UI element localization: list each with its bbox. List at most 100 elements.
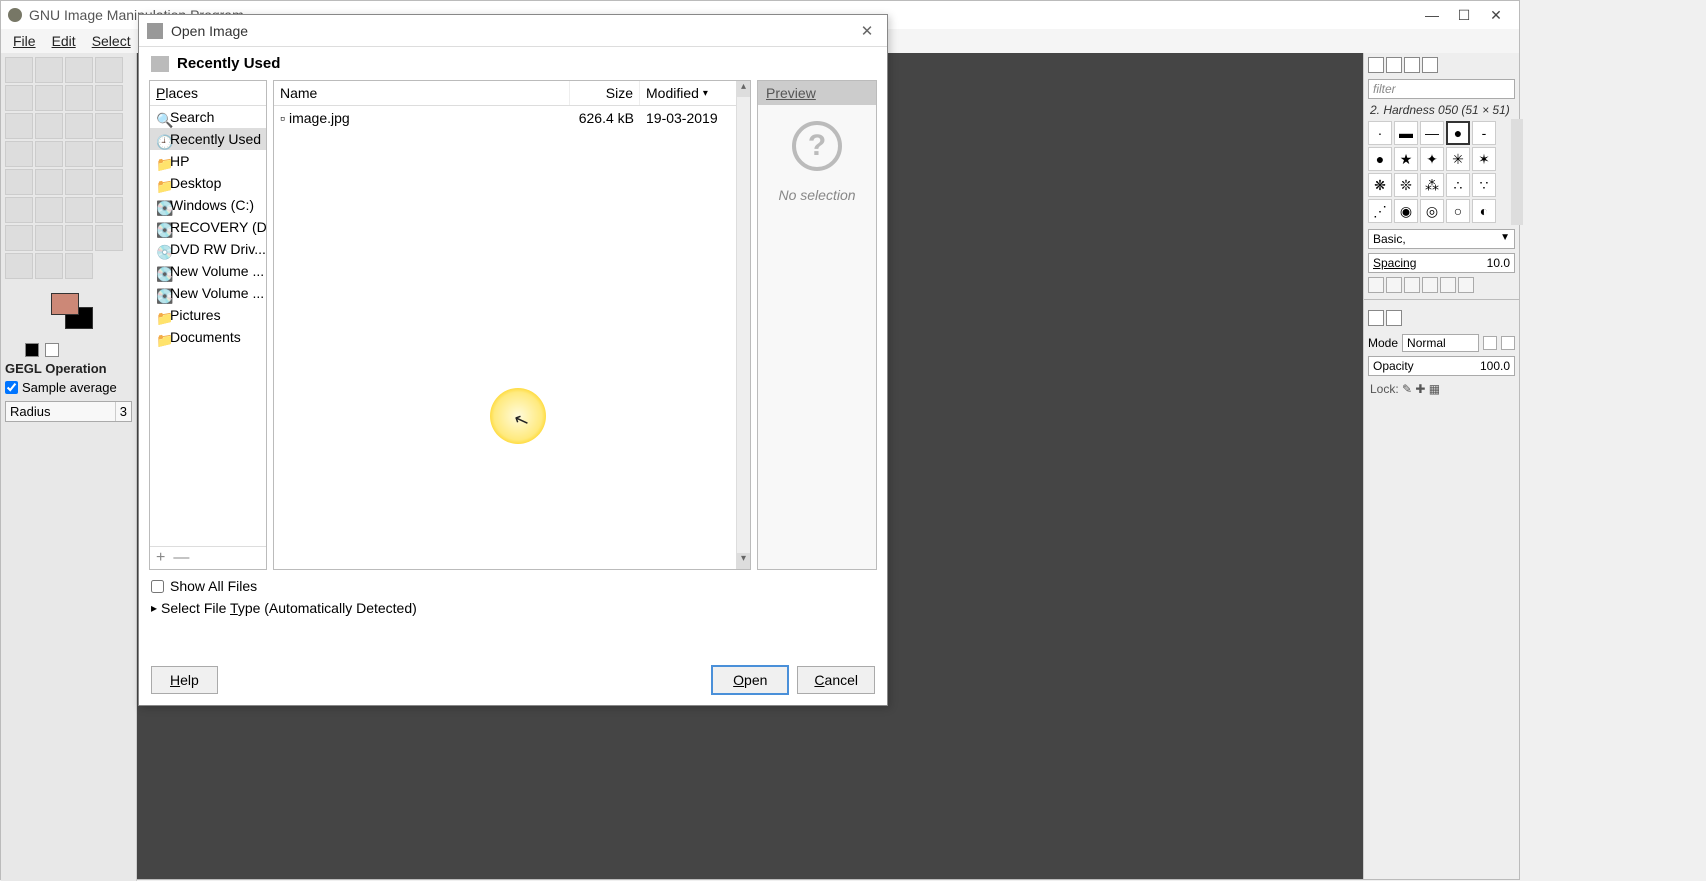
tool-icon[interactable]	[65, 57, 93, 83]
brush-thumb[interactable]: —	[1420, 121, 1444, 145]
tool-icon[interactable]	[35, 253, 63, 279]
col-name[interactable]: Name	[274, 81, 570, 105]
brush-thumb[interactable]: ∵	[1472, 173, 1496, 197]
place-documents[interactable]: 📁Documents	[150, 326, 266, 348]
tool-icon[interactable]	[65, 141, 93, 167]
place-dvd[interactable]: 💿DVD RW Driv...	[150, 238, 266, 260]
place-recently-used[interactable]: 🕘Recently Used	[150, 128, 266, 150]
default-colors-icon[interactable]	[25, 343, 39, 357]
file-type-expander[interactable]: ▸ Select File Type (Automatically Detect…	[151, 600, 875, 616]
brush-thumb[interactable]: ·	[1368, 121, 1392, 145]
brush-preset-select[interactable]: Basic, ▼	[1368, 229, 1515, 249]
brush-thumb[interactable]: ◐	[1472, 199, 1496, 223]
fg-bg-color-swatch[interactable]	[51, 293, 95, 337]
tool-icon[interactable]	[65, 253, 93, 279]
brush-thumb[interactable]: ⁂	[1420, 173, 1444, 197]
tool-icon[interactable]	[95, 197, 123, 223]
col-modified[interactable]: Modified ▾	[640, 81, 750, 105]
tool-icon[interactable]	[35, 85, 63, 111]
brush-thumb[interactable]: ○	[1446, 199, 1470, 223]
dock-tab-icon[interactable]	[1386, 310, 1402, 326]
brush-action-icon[interactable]	[1458, 277, 1474, 293]
brush-thumb[interactable]: ❋	[1368, 173, 1392, 197]
brush-thumb[interactable]: ∴	[1446, 173, 1470, 197]
brush-action-icon[interactable]	[1368, 277, 1384, 293]
brush-thumb[interactable]: ✦	[1420, 147, 1444, 171]
cancel-button[interactable]: Cancel	[797, 666, 875, 694]
close-button[interactable]: ✕	[1489, 7, 1503, 24]
tool-icon[interactable]	[5, 57, 33, 83]
place-pictures[interactable]: 📁Pictures	[150, 304, 266, 326]
brush-thumb[interactable]: ●	[1368, 147, 1392, 171]
menu-select[interactable]: Select	[84, 33, 139, 49]
minimize-button[interactable]: —	[1425, 7, 1439, 24]
tool-icon[interactable]	[95, 141, 123, 167]
dock-tab-icon[interactable]	[1404, 57, 1420, 73]
brush-thumb[interactable]: ◎	[1420, 199, 1444, 223]
brush-thumb[interactable]: ✳	[1446, 147, 1470, 171]
file-list-scrollbar[interactable]: ▴ ▾	[736, 81, 750, 569]
brush-action-icon[interactable]	[1422, 277, 1438, 293]
dock-tab-icon[interactable]	[1422, 57, 1438, 73]
mode-extra-icon[interactable]	[1501, 336, 1515, 350]
tool-icon[interactable]	[5, 141, 33, 167]
tool-icon[interactable]	[95, 85, 123, 111]
tool-icon[interactable]	[95, 57, 123, 83]
tool-icon[interactable]	[95, 225, 123, 251]
tool-icon[interactable]	[35, 169, 63, 195]
brush-thumb[interactable]: ◉	[1394, 199, 1418, 223]
tool-icon[interactable]	[35, 113, 63, 139]
open-button[interactable]: Open	[711, 665, 789, 695]
tool-icon[interactable]	[35, 197, 63, 223]
fg-color-swatch[interactable]	[51, 293, 79, 315]
dock-tab-icon[interactable]	[1368, 310, 1384, 326]
mode-select[interactable]: Normal	[1402, 334, 1479, 352]
show-all-files-row[interactable]: Show All Files	[151, 578, 875, 594]
place-windows-c[interactable]: 💽Windows (C:)	[150, 194, 266, 216]
dialog-close-button[interactable]: ✕	[855, 19, 879, 43]
radius-field[interactable]: Radius 3	[5, 401, 132, 422]
brush-thumb[interactable]: ⋰	[1368, 199, 1392, 223]
brush-spacing-field[interactable]: Spacing 10.0	[1368, 253, 1515, 273]
tool-icon[interactable]	[65, 113, 93, 139]
place-desktop[interactable]: 📁Desktop	[150, 172, 266, 194]
tool-icon[interactable]	[5, 113, 33, 139]
layer-opacity-field[interactable]: Opacity 100.0	[1368, 356, 1515, 376]
dock-tab-icon[interactable]	[1386, 57, 1402, 73]
place-new-volume-1[interactable]: 💽New Volume ...	[150, 260, 266, 282]
show-all-files-checkbox[interactable]	[151, 580, 164, 593]
brush-filter-input[interactable]: filter	[1368, 79, 1515, 99]
tool-icon[interactable]	[5, 169, 33, 195]
tool-icon[interactable]	[65, 225, 93, 251]
sample-average-input[interactable]	[5, 381, 18, 394]
help-button[interactable]: Help	[151, 666, 218, 694]
scroll-down-icon[interactable]: ▾	[737, 553, 750, 569]
tool-icon[interactable]	[5, 85, 33, 111]
brush-thumb-selected[interactable]: ●	[1446, 121, 1470, 145]
mode-extra-icon[interactable]	[1483, 336, 1497, 350]
place-recovery-d[interactable]: 💽RECOVERY (D:)	[150, 216, 266, 238]
maximize-button[interactable]: ☐	[1457, 7, 1471, 24]
brush-thumb[interactable]: -	[1472, 121, 1496, 145]
tool-icon[interactable]	[65, 197, 93, 223]
file-row[interactable]: ▫image.jpg 626.4 kB 19-03-2019	[274, 106, 750, 130]
place-hp[interactable]: 📁HP	[150, 150, 266, 172]
dock-tab-icon[interactable]	[1368, 57, 1384, 73]
tool-icon[interactable]	[35, 225, 63, 251]
tool-icon[interactable]	[35, 141, 63, 167]
swap-colors-icon[interactable]	[45, 343, 59, 357]
brush-thumb[interactable]: ❊	[1394, 173, 1418, 197]
place-search[interactable]: 🔍Search	[150, 106, 266, 128]
brush-action-icon[interactable]	[1386, 277, 1402, 293]
tool-icon[interactable]	[65, 169, 93, 195]
tool-icon[interactable]	[5, 197, 33, 223]
tool-icon[interactable]	[95, 169, 123, 195]
scroll-up-icon[interactable]: ▴	[737, 81, 750, 97]
brush-scrollbar[interactable]	[1511, 119, 1523, 225]
place-new-volume-2[interactable]: 💽New Volume ...	[150, 282, 266, 304]
tool-icon[interactable]	[5, 253, 33, 279]
tool-icon[interactable]	[95, 113, 123, 139]
brush-thumb[interactable]: ▬	[1394, 121, 1418, 145]
remove-bookmark-button[interactable]: —	[173, 549, 189, 567]
tool-icon[interactable]	[35, 57, 63, 83]
